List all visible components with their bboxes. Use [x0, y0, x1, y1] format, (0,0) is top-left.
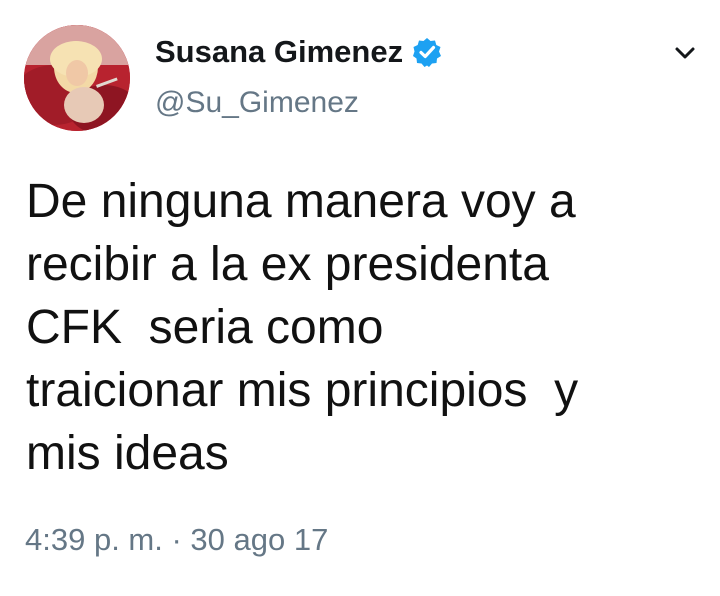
verified-badge-icon	[411, 36, 443, 68]
display-name-row[interactable]: Susana Gimenez	[155, 30, 443, 74]
tweet-card: Susana Gimenez @Su_Gimenez De ninguna ma…	[0, 0, 720, 596]
tweet-text: De ninguna manera voy a recibir a la ex …	[26, 175, 579, 480]
profile-photo-icon	[24, 25, 130, 131]
display-name[interactable]: Susana Gimenez	[155, 34, 403, 70]
avatar[interactable]	[24, 25, 130, 131]
tweet-timestamp[interactable]: 4:39 p. m. · 30 ago 17	[25, 522, 328, 558]
chevron-down-icon[interactable]	[672, 40, 698, 66]
user-handle[interactable]: @Su_Gimenez	[155, 86, 359, 120]
